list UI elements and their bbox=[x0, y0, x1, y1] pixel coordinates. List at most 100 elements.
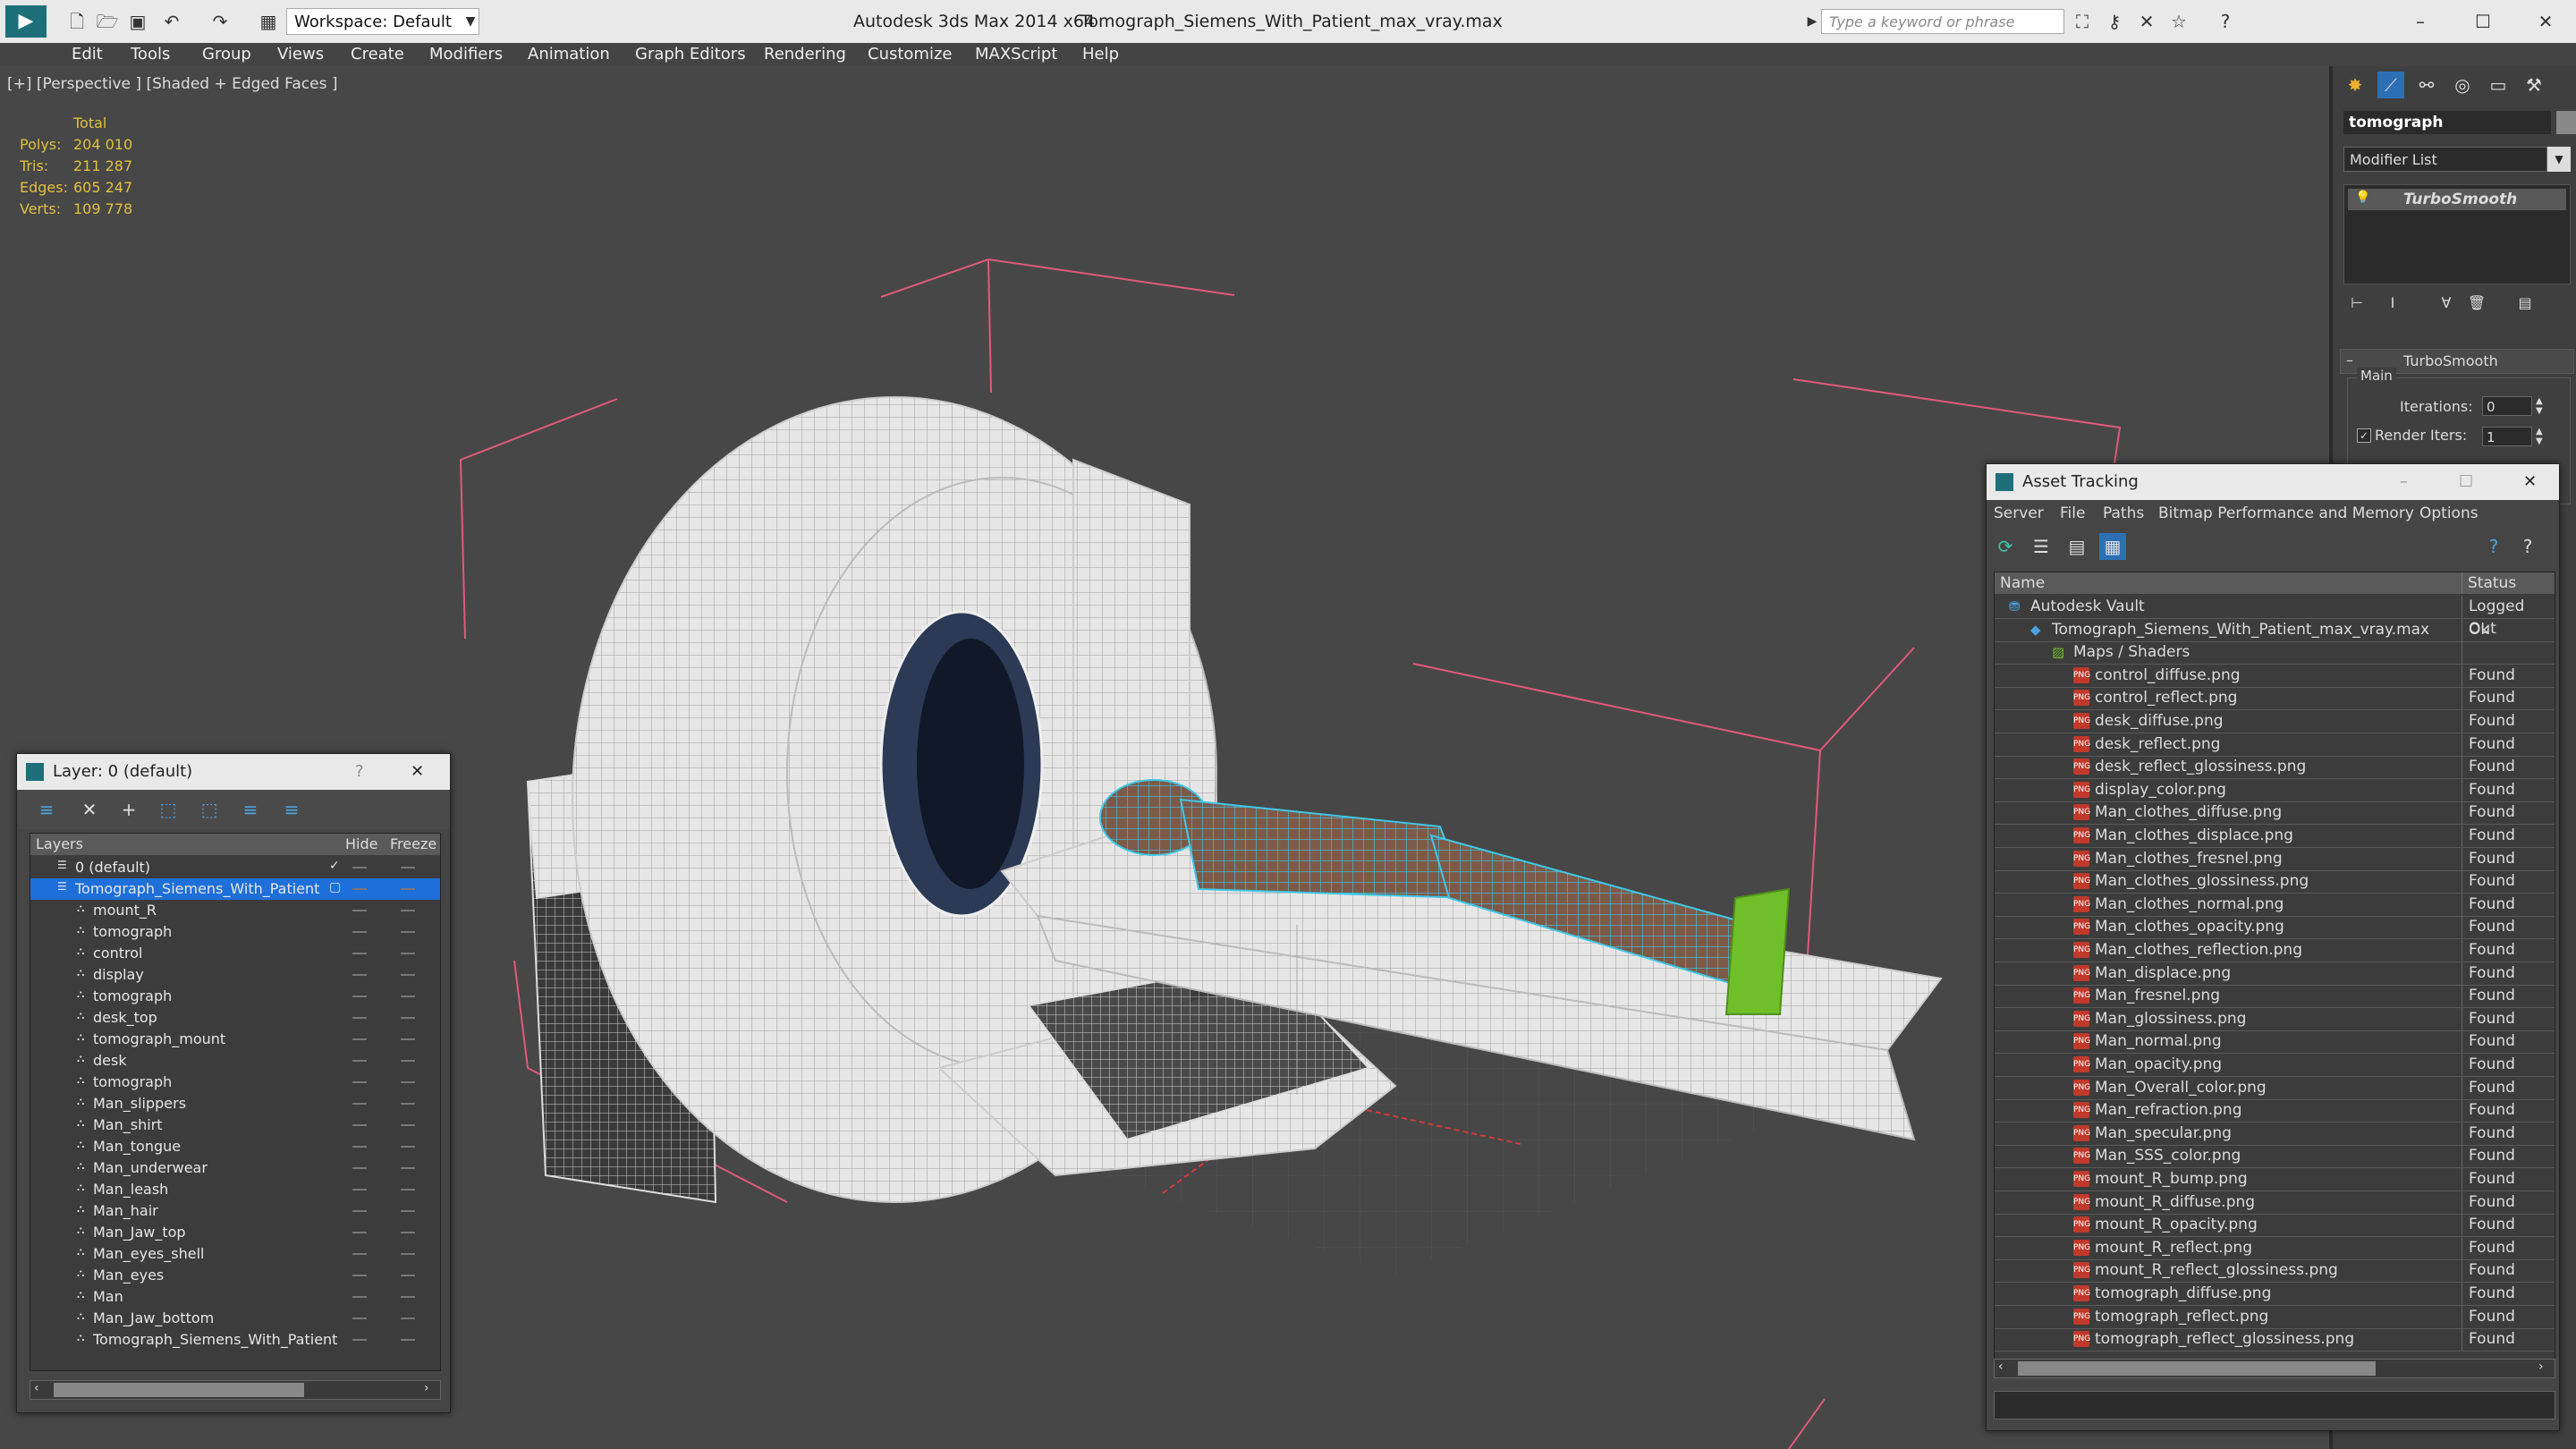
hide-toggle[interactable] bbox=[352, 1103, 367, 1105]
menu-rendering[interactable]: Rendering bbox=[764, 43, 846, 66]
utilities-tab-icon[interactable]: ⚒ bbox=[2521, 72, 2547, 98]
layer-row[interactable]: ☰ 0 (default) ✓ bbox=[30, 857, 440, 878]
column-status[interactable]: Status bbox=[2462, 572, 2516, 594]
menu-animation[interactable]: Animation bbox=[528, 43, 610, 66]
menu-group[interactable]: Group bbox=[202, 43, 251, 66]
menu-customize[interactable]: Customize bbox=[868, 43, 952, 66]
asset-menu-paths[interactable]: Paths bbox=[2103, 500, 2144, 527]
hide-toggle[interactable] bbox=[352, 1232, 367, 1233]
chevron-down-icon[interactable]: ▼ bbox=[458, 9, 483, 34]
asset-row[interactable]: PNG Man_displace.png Found bbox=[1995, 962, 2555, 986]
show-end-result-icon[interactable]: Ⅰ bbox=[2379, 290, 2406, 317]
asset-row[interactable]: PNG tomograph_diffuse.png Found bbox=[1995, 1283, 2555, 1306]
lightbulb-icon[interactable]: 💡 bbox=[2355, 191, 2370, 205]
freeze-toggle[interactable] bbox=[401, 1339, 415, 1341]
asset-row[interactable]: ⛃ Autodesk Vault Logged Out bbox=[1995, 596, 2555, 638]
create-layer-icon[interactable]: ≡ bbox=[33, 796, 60, 823]
layer-row[interactable]: ⛬ mount_R bbox=[30, 900, 440, 921]
menu-graph-editors[interactable]: Graph Editors bbox=[635, 43, 746, 66]
chevron-right-icon[interactable]: › bbox=[2538, 1360, 2544, 1374]
freeze-toggle[interactable] bbox=[401, 931, 415, 933]
asset-row[interactable]: PNG Man_SSS_color.png Found bbox=[1995, 1145, 2555, 1169]
asset-row[interactable]: PNG Man_clothes_fresnel.png Found bbox=[1995, 847, 2555, 871]
freeze-toggle[interactable] bbox=[401, 953, 415, 954]
menu-views[interactable]: Views bbox=[277, 43, 324, 66]
stack-item-turbosmooth[interactable]: 💡 TurboSmooth bbox=[2348, 189, 2566, 210]
save-file-icon[interactable]: ▣ bbox=[125, 9, 150, 34]
layer-row[interactable]: ⛬ Man_eyes_shell bbox=[30, 1243, 440, 1265]
freeze-toggle[interactable] bbox=[401, 1232, 415, 1233]
close-icon[interactable]: ✕ bbox=[2533, 9, 2558, 34]
maximize-icon[interactable]: ☐ bbox=[2459, 464, 2473, 500]
key-icon[interactable]: ⚷ bbox=[2102, 9, 2127, 34]
freeze-toggle[interactable] bbox=[401, 1296, 415, 1298]
object-color-swatch[interactable] bbox=[2556, 111, 2576, 134]
render-iters-spinner[interactable]: 1 bbox=[2482, 427, 2532, 446]
asset-row[interactable]: PNG Man_clothes_glossiness.png Found bbox=[1995, 870, 2555, 894]
table-view-icon[interactable]: ▤ bbox=[2063, 533, 2090, 560]
project-folder-icon[interactable]: ▦ bbox=[256, 9, 281, 34]
scrollbar-thumb[interactable] bbox=[2018, 1361, 2376, 1376]
hide-toggle[interactable] bbox=[352, 910, 367, 911]
layer-row[interactable]: ⛬ Tomograph_Siemens_With_Patient bbox=[30, 1329, 440, 1351]
hide-toggle[interactable] bbox=[352, 1038, 367, 1040]
spinner-arrows-icon[interactable]: ▲ ▼ bbox=[2536, 396, 2543, 416]
help-icon[interactable]: ? bbox=[2480, 533, 2507, 560]
redo-icon[interactable]: ↷ bbox=[208, 9, 233, 34]
help-icon[interactable]: ? bbox=[355, 754, 364, 790]
hide-toggle[interactable] bbox=[352, 974, 367, 976]
close-icon[interactable]: ✕ bbox=[2523, 464, 2537, 500]
hierarchy-tab-icon[interactable]: ⚯ bbox=[2413, 72, 2440, 98]
freeze-toggle[interactable] bbox=[401, 888, 415, 890]
layer-row[interactable]: ⛬ tomograph bbox=[30, 986, 440, 1007]
layer-row[interactable]: ⛬ Man bbox=[30, 1286, 440, 1308]
hide-toggle[interactable] bbox=[352, 953, 367, 954]
motion-tab-icon[interactable]: ◎ bbox=[2449, 72, 2476, 98]
freeze-toggle[interactable] bbox=[401, 1081, 415, 1083]
menu-tools[interactable]: Tools bbox=[131, 43, 170, 66]
spinner-arrows-icon[interactable]: ▲ ▼ bbox=[2536, 427, 2543, 446]
asset-row[interactable]: PNG desk_reflect.png Found bbox=[1995, 733, 2555, 757]
hide-toggle[interactable] bbox=[352, 1318, 367, 1319]
help-icon[interactable]: ? bbox=[2213, 9, 2238, 34]
asset-row[interactable]: PNG Man_specular.png Found bbox=[1995, 1122, 2555, 1146]
menu-help[interactable]: Help bbox=[1082, 43, 1119, 66]
freeze-toggle[interactable] bbox=[401, 1060, 415, 1062]
freeze-toggle[interactable] bbox=[401, 1017, 415, 1019]
delete-layer-icon[interactable]: ✕ bbox=[76, 796, 103, 823]
layer-row[interactable]: ⛬ Man_hair bbox=[30, 1200, 440, 1222]
hide-toggle[interactable] bbox=[352, 1124, 367, 1126]
freeze-toggle[interactable] bbox=[401, 1038, 415, 1040]
freeze-toggle[interactable] bbox=[401, 1275, 415, 1276]
layer-row[interactable]: ⛬ Man_shirt bbox=[30, 1114, 440, 1136]
refresh-icon[interactable]: ⟳ bbox=[1992, 533, 2019, 560]
asset-row[interactable]: PNG Man_glossiness.png Found bbox=[1995, 1007, 2555, 1031]
asset-row[interactable]: PNG control_reflect.png Found bbox=[1995, 687, 2555, 711]
context-help-icon[interactable]: ? bbox=[2514, 533, 2541, 560]
asset-row[interactable]: PNG mount_R_diffuse.png Found bbox=[1995, 1191, 2555, 1215]
search-input[interactable]: Type a keyword or phrase bbox=[1821, 9, 2064, 34]
freeze-toggle[interactable] bbox=[401, 1103, 415, 1105]
select-in-layer-icon[interactable]: ⬚ bbox=[155, 796, 182, 823]
layer-row[interactable]: ⛬ Man_slippers bbox=[30, 1093, 440, 1114]
asset-menu-file[interactable]: File bbox=[2060, 500, 2085, 527]
asset-row[interactable]: PNG Man_clothes_normal.png Found bbox=[1995, 893, 2555, 917]
asset-menu-options[interactable]: Options bbox=[2419, 500, 2479, 527]
layer-row[interactable]: ⛬ Man_underwear bbox=[30, 1157, 440, 1179]
layer-row[interactable]: ⛬ Man_tongue bbox=[30, 1136, 440, 1157]
layer-row[interactable]: ⛬ Man_Jaw_bottom bbox=[30, 1308, 440, 1329]
menu-maxscript[interactable]: MAXScript bbox=[975, 43, 1057, 66]
freeze-toggle[interactable] bbox=[401, 974, 415, 976]
asset-row[interactable]: ◆ Tomograph_Siemens_With_Patient_max_vray… bbox=[1995, 618, 2555, 642]
asset-row[interactable]: PNG tomograph_reflect.png Found bbox=[1995, 1305, 2555, 1329]
chevron-left-icon[interactable]: ‹ bbox=[1998, 1360, 2004, 1374]
hide-toggle[interactable] bbox=[352, 1146, 367, 1148]
active-layer-check-icon[interactable]: ✓ bbox=[329, 859, 340, 873]
asset-row[interactable]: PNG Man_clothes_opacity.png Found bbox=[1995, 916, 2555, 940]
hide-toggle[interactable] bbox=[352, 1339, 367, 1341]
layer-row[interactable]: ⛬ Man_eyes bbox=[30, 1265, 440, 1286]
hide-toggle[interactable] bbox=[352, 996, 367, 997]
binoculars-icon[interactable]: ⛶ bbox=[2070, 9, 2095, 34]
display-tab-icon[interactable]: ▭ bbox=[2485, 72, 2512, 98]
configure-sets-icon[interactable]: ▤ bbox=[2512, 290, 2538, 317]
